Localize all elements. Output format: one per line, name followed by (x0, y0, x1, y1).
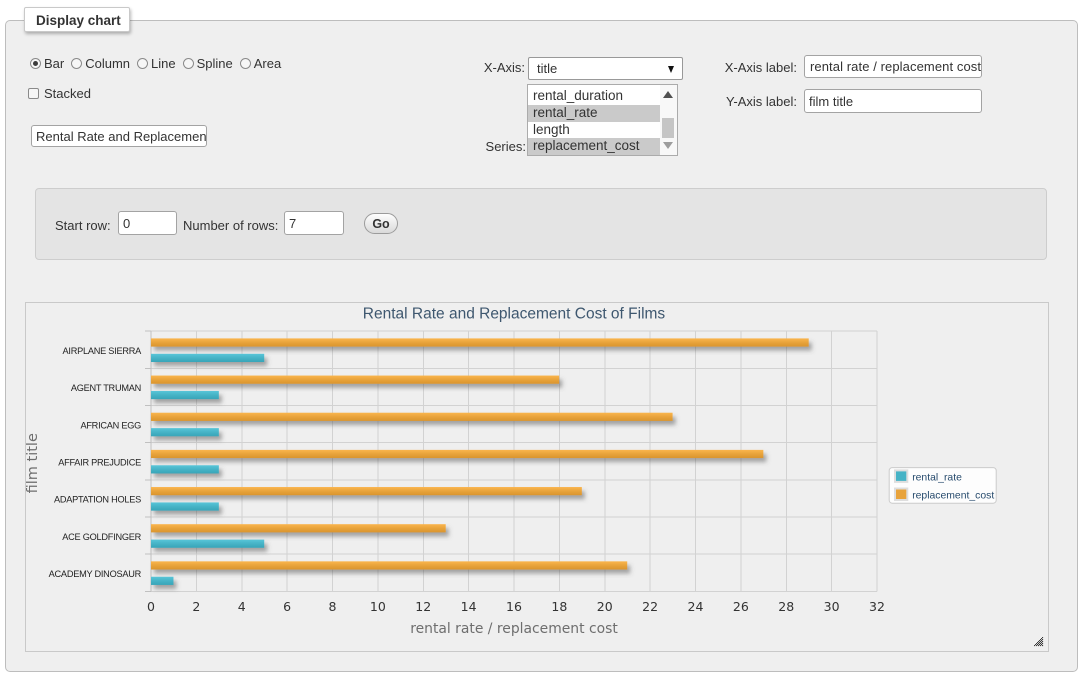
chart-type-radio-label: Column (85, 56, 130, 71)
chart-type-radio-label: Area (254, 56, 281, 71)
fieldset-legend: Display chart (24, 7, 130, 32)
svg-text:8: 8 (329, 599, 337, 614)
svg-text:28: 28 (778, 599, 794, 614)
start-row-input[interactable]: 0 (118, 211, 177, 235)
x-axis-select-value: title (537, 61, 557, 76)
x-axis-select-label: X-Axis: (420, 60, 525, 75)
x-axis-label-label: X-Axis label: (690, 60, 797, 75)
chart-type-option-spline: Spline (183, 56, 233, 71)
svg-text:ACADEMY DINOSAUR: ACADEMY DINOSAUR (49, 569, 142, 579)
svg-text:4: 4 (238, 599, 246, 614)
chart-type-radio-spline[interactable] (183, 58, 194, 69)
chart-type-radio-label: Spline (197, 56, 233, 71)
chart-type-radio-line[interactable] (137, 58, 148, 69)
svg-text:0: 0 (147, 599, 155, 614)
resize-grip-icon[interactable] (1032, 635, 1045, 648)
chart-type-option-area: Area (240, 56, 281, 71)
svg-text:22: 22 (642, 599, 658, 614)
page: Display chart Bar Column Line Spline Area St… (0, 0, 1081, 681)
svg-text:replacement_cost: replacement_cost (912, 491, 994, 502)
svg-text:AGENT TRUMAN: AGENT TRUMAN (71, 383, 141, 393)
stacked-label: Stacked (44, 86, 91, 101)
svg-text:Rental Rate and Replacement Co: Rental Rate and Replacement Cost of Film… (363, 306, 666, 323)
series-option-rental_duration[interactable]: rental_duration (528, 88, 660, 105)
svg-text:20: 20 (597, 599, 613, 614)
chart-type-radio-group: Bar Column Line Spline Area (30, 55, 288, 71)
chart-type-radio-column[interactable] (71, 58, 82, 69)
y-axis-label-input[interactable]: film title (804, 89, 982, 113)
stacked-checkbox[interactable] (28, 88, 39, 99)
svg-text:AFFAIR PREJUDICE: AFFAIR PREJUDICE (58, 457, 141, 467)
scrollbar-down-icon[interactable] (663, 142, 673, 149)
svg-text:6: 6 (283, 599, 291, 614)
svg-text:16: 16 (506, 599, 522, 614)
y-axis-label-label: Y-Axis label: (690, 94, 797, 109)
chart-type-radio-bar[interactable] (30, 58, 41, 69)
num-rows-label: Number of rows: (183, 218, 278, 233)
stacked-row: Stacked (28, 86, 91, 100)
series-select-label: Series: (420, 139, 526, 154)
scrollbar-up-icon[interactable] (663, 91, 673, 98)
series-option-rental_rate[interactable]: rental_rate (528, 105, 660, 122)
svg-text:10: 10 (370, 599, 386, 614)
svg-text:ACE GOLDFINGER: ACE GOLDFINGER (62, 532, 141, 542)
svg-text:film title: film title (26, 433, 41, 493)
x-axis-select[interactable]: title (528, 57, 683, 80)
start-row-label: Start row: (55, 218, 111, 233)
svg-text:12: 12 (415, 599, 431, 614)
chart-container: Rental Rate and Replacement Cost of Film… (25, 302, 1049, 652)
svg-text:18: 18 (551, 599, 567, 614)
chart-type-radio-label: Line (151, 56, 176, 71)
svg-text:rental rate / replacement cost: rental rate / replacement cost (410, 621, 618, 637)
dropdown-arrow-icon (668, 66, 674, 73)
bar-chart: Rental Rate and Replacement Cost of Film… (26, 303, 1048, 651)
svg-text:24: 24 (688, 599, 704, 614)
go-button[interactable]: Go (364, 213, 398, 234)
svg-text:30: 30 (824, 599, 840, 614)
chart-type-option-column: Column (71, 56, 130, 71)
chart-type-option-line: Line (137, 56, 176, 71)
svg-text:32: 32 (869, 599, 885, 614)
svg-text:14: 14 (461, 599, 477, 614)
chart-title-input[interactable]: Rental Rate and Replacement Cost of Film… (31, 125, 207, 147)
svg-text:ADAPTATION HOLES: ADAPTATION HOLES (54, 495, 141, 505)
chart-type-radio-area[interactable] (240, 58, 251, 69)
svg-text:AFRICAN EGG: AFRICAN EGG (80, 420, 141, 430)
chart-type-option-bar: Bar (30, 56, 64, 71)
series-option-replacement_cost[interactable]: replacement_cost (528, 138, 660, 155)
num-rows-input[interactable]: 7 (284, 211, 344, 235)
series-listbox[interactable]: rental_durationrental_ratelengthreplacem… (527, 84, 678, 156)
chart-type-radio-label: Bar (44, 56, 64, 71)
x-axis-label-input[interactable]: rental rate / replacement cost (804, 55, 982, 78)
svg-text:26: 26 (733, 599, 749, 614)
scrollbar-thumb[interactable] (662, 118, 674, 138)
series-option-length[interactable]: length (528, 122, 660, 139)
listbox-scrollbar[interactable] (660, 85, 677, 155)
svg-text:rental_rate: rental_rate (912, 472, 962, 483)
svg-text:2: 2 (192, 599, 200, 614)
svg-text:AIRPLANE SIERRA: AIRPLANE SIERRA (63, 346, 143, 356)
